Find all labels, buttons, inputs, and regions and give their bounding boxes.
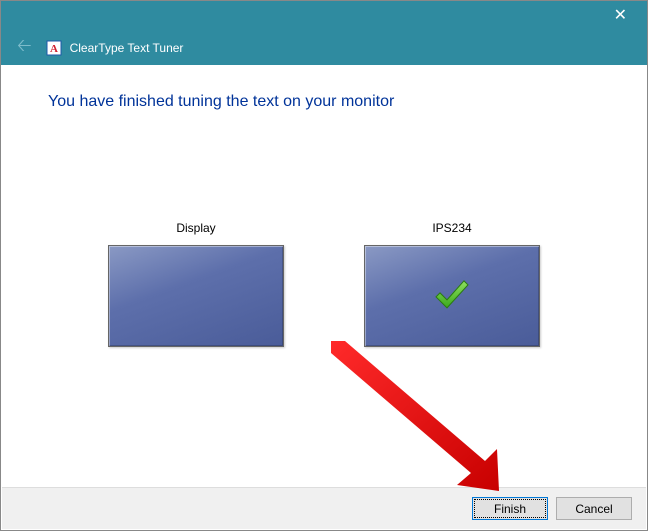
svg-text:A: A	[50, 43, 58, 55]
footer-bar: Finish Cancel	[2, 487, 646, 529]
header-bar: 🡠 A ClearType Text Tuner	[1, 31, 647, 65]
finish-button[interactable]: Finish	[472, 497, 548, 520]
app-icon: A	[46, 40, 62, 56]
display-label: IPS234	[432, 221, 471, 235]
back-arrow-icon[interactable]: 🡠	[11, 31, 38, 65]
page-heading: You have finished tuning the text on you…	[2, 65, 646, 111]
display-item: IPS234	[364, 221, 540, 347]
checkmark-icon	[430, 275, 474, 322]
display-thumbnail[interactable]	[108, 245, 284, 347]
cancel-button[interactable]: Cancel	[556, 497, 632, 520]
title-bar: ✕	[1, 1, 647, 31]
window-title: ClearType Text Tuner	[70, 41, 184, 55]
display-list: Display IPS234	[2, 221, 646, 347]
display-thumbnail[interactable]	[364, 245, 540, 347]
display-item: Display	[108, 221, 284, 347]
close-icon[interactable]: ✕	[604, 4, 637, 28]
display-label: Display	[176, 221, 215, 235]
content-area: You have finished tuning the text on you…	[2, 65, 646, 486]
